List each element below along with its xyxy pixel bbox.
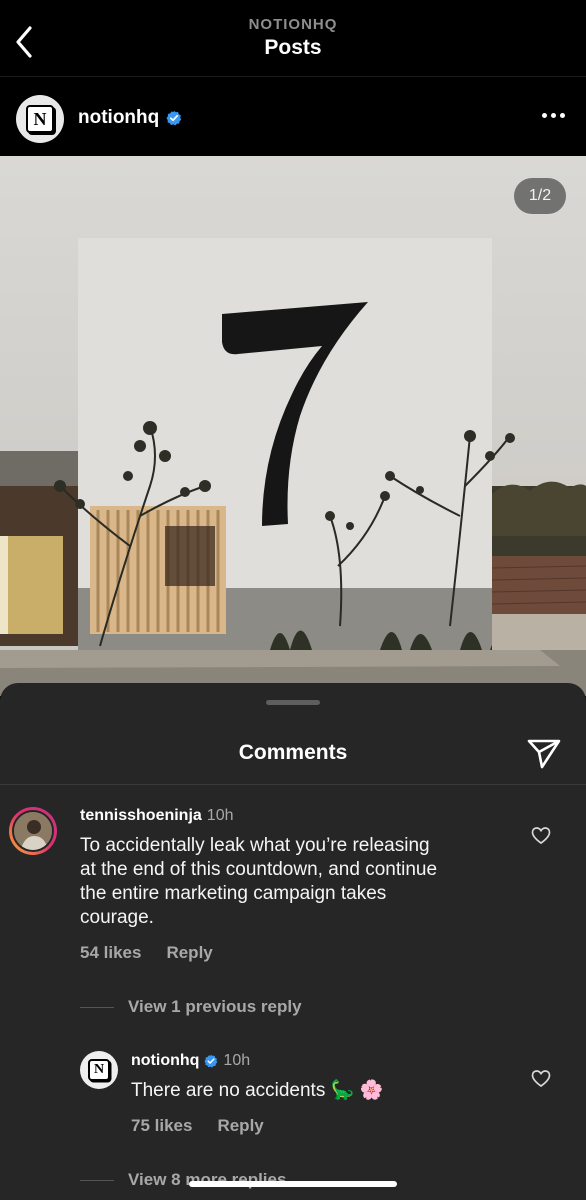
post-username[interactable]: notionhq: [78, 107, 159, 129]
reply-username[interactable]: notionhq: [131, 1052, 199, 1070]
divider: [0, 784, 586, 785]
avatar[interactable]: N: [80, 1051, 118, 1089]
nav-titles: NOTIONHQ Posts: [0, 16, 586, 60]
divider: [80, 1179, 114, 1181]
reply-likes[interactable]: 75 likes: [131, 1116, 192, 1136]
post-image-illustration: [0, 156, 586, 696]
more-options-button[interactable]: [538, 105, 568, 125]
person-photo: [14, 812, 52, 850]
top-nav-bar: NOTIONHQ Posts: [0, 0, 586, 76]
comment-header: tennisshoeninja 10h: [80, 807, 234, 825]
commenter-avatar-image: [12, 810, 54, 852]
comment-text-line: the entire marketing campaign takes: [80, 883, 387, 904]
comments-title: Comments: [238, 741, 348, 764]
post-author[interactable]: notionhq: [78, 107, 182, 129]
nav-subtitle: NOTIONHQ: [248, 16, 338, 33]
post-image[interactable]: 1/2: [0, 156, 586, 696]
view-previous-reply-label[interactable]: View 1 previous reply: [128, 997, 302, 1017]
notion-logo-icon: N: [88, 1059, 110, 1081]
verified-badge-icon: [204, 1054, 218, 1068]
reply-header: notionhq 10h: [131, 1052, 250, 1070]
more-dot: [550, 112, 556, 118]
reply-text: There are no accidents 🦕 🌸: [131, 1080, 384, 1101]
avatar[interactable]: N: [16, 95, 64, 143]
more-dot: [559, 112, 565, 118]
avatar[interactable]: [9, 807, 57, 855]
comment-text-line: To accidentally leak what you’re releasi…: [80, 835, 430, 856]
view-more-replies-label[interactable]: View 8 more replies: [128, 1170, 286, 1190]
comment-meta: 54 likes Reply: [80, 943, 213, 963]
divider: [80, 1006, 114, 1008]
more-horizontal-icon: [541, 112, 547, 118]
view-previous-reply[interactable]: View 1 previous reply: [80, 997, 302, 1017]
comment-text-line: courage.: [80, 907, 154, 928]
page-title: Posts: [264, 36, 322, 59]
reply-button[interactable]: Reply: [217, 1116, 263, 1136]
view-more-replies[interactable]: View 8 more replies: [80, 1170, 286, 1190]
comment-text: To accidentally leak what you’re releasi…: [80, 834, 520, 930]
comment-username[interactable]: tennisshoeninja: [80, 807, 202, 825]
image-counter: 1/2: [514, 178, 566, 214]
paper-plane-icon[interactable]: [526, 737, 562, 769]
heart-outline-icon[interactable]: [531, 1069, 551, 1089]
notion-logo-icon: N: [26, 105, 54, 133]
reply-meta: 75 likes Reply: [131, 1116, 264, 1136]
sheet-drag-handle[interactable]: [266, 700, 320, 705]
comment-likes[interactable]: 54 likes: [80, 943, 141, 963]
reply-button[interactable]: Reply: [166, 943, 212, 963]
comment-text-line: at the end of this countdown, and contin…: [80, 859, 438, 880]
comments-sheet: Comments tennisshoeninja 10h To accident…: [0, 683, 586, 1200]
home-indicator: [189, 1181, 397, 1187]
reply-time: 10h: [223, 1052, 251, 1069]
verified-badge-icon: [166, 110, 182, 126]
comment-time: 10h: [206, 807, 234, 824]
post-header: N notionhq: [0, 76, 586, 156]
heart-outline-icon[interactable]: [531, 826, 551, 846]
